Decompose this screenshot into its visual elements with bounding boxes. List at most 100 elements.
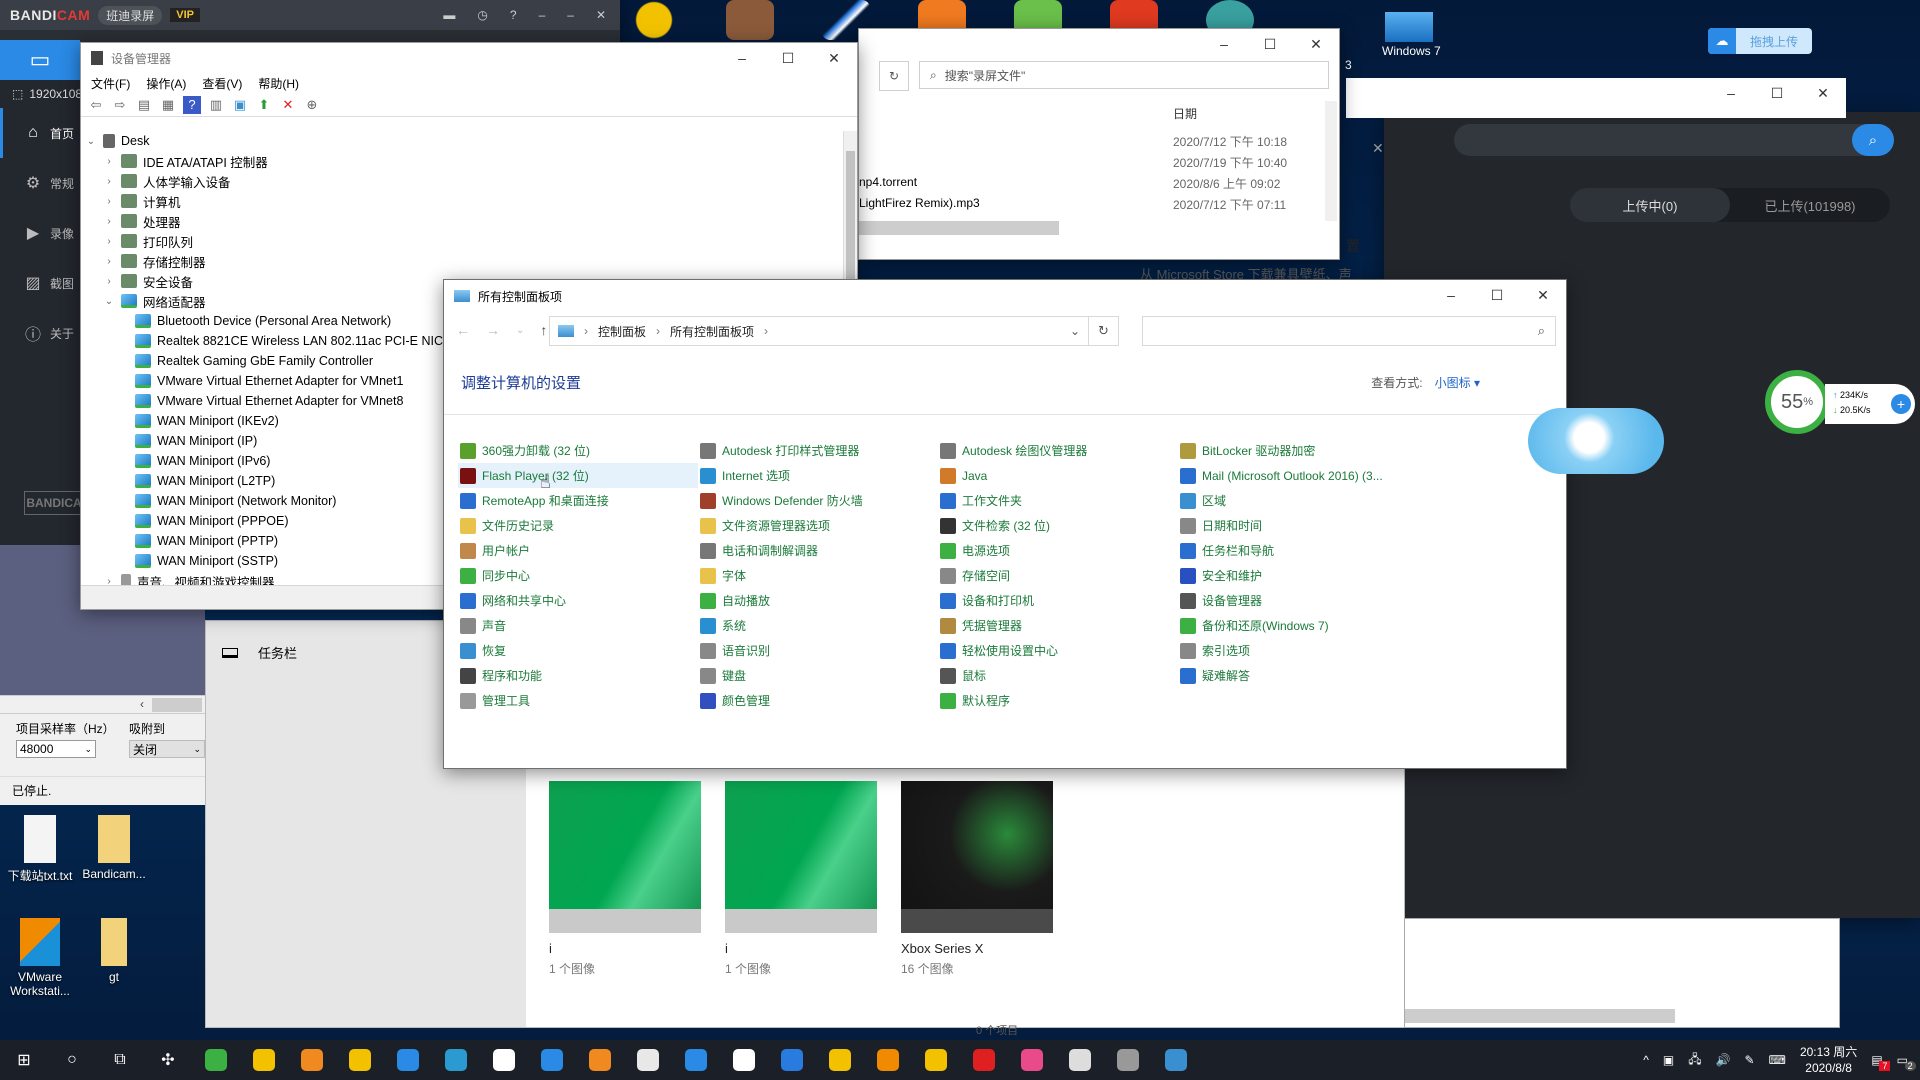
control-panel-item[interactable]: 安全和维护 xyxy=(1178,563,1418,588)
control-panel-item[interactable]: 电话和调制解调器 xyxy=(698,538,938,563)
file-row[interactable]: np4.torrent 2020/8/6 上午 09:02 xyxy=(859,175,1321,195)
tree-category[interactable]: › 存储控制器 xyxy=(85,251,843,271)
taskbar-app[interactable] xyxy=(480,1040,528,1080)
notification-icon[interactable]: ▤ 7 xyxy=(1871,1053,1891,1071)
scroll-left-icon[interactable]: ‹ xyxy=(140,697,144,711)
chevron-up-icon[interactable]: ^ xyxy=(1643,1053,1649,1067)
control-panel-item[interactable]: Internet 选项 xyxy=(698,463,938,488)
control-panel-item[interactable]: RemoteApp 和桌面连接 xyxy=(458,488,698,513)
control-panel-search-input[interactable]: ⌕ xyxy=(1142,316,1556,346)
control-panel-item[interactable]: 工作文件夹 xyxy=(938,488,1178,513)
network-icon[interactable]: 🖧 xyxy=(1688,1050,1701,1071)
control-panel-item[interactable]: 区域 xyxy=(1178,488,1418,513)
minimize-button[interactable]: – xyxy=(539,8,546,22)
control-panel-item[interactable]: 字体 xyxy=(698,563,938,588)
sidebar-item-home[interactable]: ⌂ 首页 xyxy=(0,108,80,158)
control-panel-item[interactable]: 文件资源管理器选项 xyxy=(698,513,938,538)
taskbar-app[interactable] xyxy=(816,1040,864,1080)
control-panel-item[interactable]: 声音 xyxy=(458,613,698,638)
control-panel-item[interactable]: BitLocker 驱动器加密 xyxy=(1178,438,1418,463)
taskbar-app[interactable] xyxy=(336,1040,384,1080)
properties-icon[interactable]: ▦ xyxy=(159,96,177,114)
control-panel-item[interactable]: 颜色管理 xyxy=(698,688,938,713)
help-icon[interactable]: ? xyxy=(510,8,517,22)
control-panel-item[interactable]: 索引选项 xyxy=(1178,638,1418,663)
close-button[interactable]: ✕ xyxy=(596,8,606,22)
chevron-right-icon[interactable]: › xyxy=(103,236,115,247)
album-card[interactable]: i 1 个图像 xyxy=(549,781,701,977)
chevron-down-icon[interactable]: ⌄ xyxy=(1070,324,1080,338)
sample-rate-select[interactable]: 48000 ⌄ xyxy=(16,740,96,758)
chevron-right-icon[interactable]: › xyxy=(103,156,115,167)
chevron-right-icon[interactable]: › xyxy=(103,276,115,287)
up-button[interactable]: ↑ xyxy=(540,322,547,338)
nav-item-taskbar[interactable]: 任务栏 xyxy=(222,643,297,662)
menu-view[interactable]: 查看(V) xyxy=(202,75,242,92)
breadcrumb-separator[interactable]: › xyxy=(656,324,660,338)
taskbar-app[interactable] xyxy=(1104,1040,1152,1080)
tree-root[interactable]: ⌄ Desk xyxy=(85,131,843,151)
sidebar-item-video[interactable]: ▶ 录像 xyxy=(0,208,80,258)
back-button[interactable]: ← xyxy=(456,322,470,338)
back-icon[interactable]: ⇦ xyxy=(87,96,105,114)
breadcrumb-item[interactable]: 控制面板 xyxy=(598,323,646,340)
minimize-button[interactable]: – xyxy=(1428,280,1474,310)
show-hide-console-tree-icon[interactable]: ▤ xyxy=(135,96,153,114)
tree-category[interactable]: › IDE ATA/ATAPI 控制器 xyxy=(85,151,843,171)
close-button[interactable]: ✕ xyxy=(1520,280,1566,310)
ime-mascot-widget[interactable] xyxy=(1528,408,1664,474)
control-panel-item[interactable]: 任务栏和导航 xyxy=(1178,538,1418,563)
breadcrumb-separator[interactable]: › xyxy=(764,324,768,338)
taskbar-app[interactable] xyxy=(672,1040,720,1080)
screen-mode-button[interactable]: ▭ xyxy=(0,40,80,80)
album-card[interactable]: Xbox Series X 16 个图像 xyxy=(901,781,1053,977)
search-icon[interactable]: ⌕ xyxy=(1852,124,1894,156)
vertical-scrollbar[interactable] xyxy=(1325,101,1337,221)
file-row[interactable]: 2020/7/12 下午 10:18 xyxy=(859,133,1321,153)
chevron-right-icon[interactable]: › xyxy=(103,196,115,207)
tab-uploading[interactable]: 上传中(0) xyxy=(1570,188,1730,222)
tree-category[interactable]: › 打印队列 xyxy=(85,231,843,251)
control-panel-item[interactable]: Mail (Microsoft Outlook 2016) (3... xyxy=(1178,463,1418,488)
control-panel-item[interactable]: 管理工具 xyxy=(458,688,698,713)
breadcrumb-item[interactable]: 所有控制面板项 xyxy=(670,323,754,340)
file-row[interactable]: 2020/7/19 下午 10:40 xyxy=(859,154,1321,174)
control-panel-item[interactable]: 备份和还原(Windows 7) xyxy=(1178,613,1418,638)
minimize-button[interactable]: – xyxy=(567,8,574,22)
desktop-icon[interactable]: Bandicam... xyxy=(74,815,154,881)
view-by-dropdown[interactable]: 小图标 ▾ xyxy=(1435,376,1480,390)
chevron-right-icon[interactable]: › xyxy=(103,256,115,267)
control-panel-item[interactable]: 鼠标 xyxy=(938,663,1178,688)
desktop-icon[interactable]: 下载站txt.txt xyxy=(0,815,80,884)
tree-category[interactable]: › 计算机 xyxy=(85,191,843,211)
app-icon[interactable] xyxy=(630,0,678,40)
taskbar-app[interactable] xyxy=(960,1040,1008,1080)
forward-button[interactable]: → xyxy=(486,322,500,338)
control-panel-item[interactable]: 系统 xyxy=(698,613,938,638)
control-panel-item[interactable]: Autodesk 绘图仪管理器 xyxy=(938,438,1178,463)
maximize-button[interactable]: ☐ xyxy=(1754,78,1800,108)
horizontal-scrollbar[interactable] xyxy=(859,221,1059,235)
maximize-button[interactable]: ☐ xyxy=(765,43,811,73)
control-panel-item[interactable]: 设备管理器 xyxy=(1178,588,1418,613)
sidebar-item-general[interactable]: ⚙ 常规 xyxy=(0,158,80,208)
control-panel-item[interactable]: 语音识别 xyxy=(698,638,938,663)
action-center-icon[interactable]: ▭ 2 xyxy=(1897,1053,1916,1071)
taskbar-app[interactable] xyxy=(768,1040,816,1080)
taskbar-app[interactable] xyxy=(528,1040,576,1080)
menu-file[interactable]: 文件(F) xyxy=(91,75,130,92)
taskbar-app[interactable] xyxy=(1008,1040,1056,1080)
bandicam-tray-icon[interactable]: ▣ xyxy=(1663,1053,1674,1067)
search-button[interactable]: ○ xyxy=(48,1040,96,1080)
control-panel-item[interactable]: 存储空间 xyxy=(938,563,1178,588)
memory-usage-gauge[interactable]: 55% xyxy=(1765,370,1829,434)
breadcrumb-separator[interactable]: › xyxy=(584,324,588,338)
control-panel-item[interactable]: 文件历史记录 xyxy=(458,513,698,538)
volume-icon[interactable]: 🔊 xyxy=(1716,1053,1731,1067)
sidebar-item-screenshot[interactable]: ▨ 截图 xyxy=(0,258,80,308)
taskbar-app[interactable] xyxy=(720,1040,768,1080)
drag-upload-widget[interactable]: ☁ 拖拽上传 xyxy=(1708,28,1812,54)
uninstall-device-icon[interactable]: ✕ xyxy=(279,96,297,114)
taskbar-app[interactable] xyxy=(864,1040,912,1080)
column-header-date[interactable]: 日期 xyxy=(1173,105,1197,122)
